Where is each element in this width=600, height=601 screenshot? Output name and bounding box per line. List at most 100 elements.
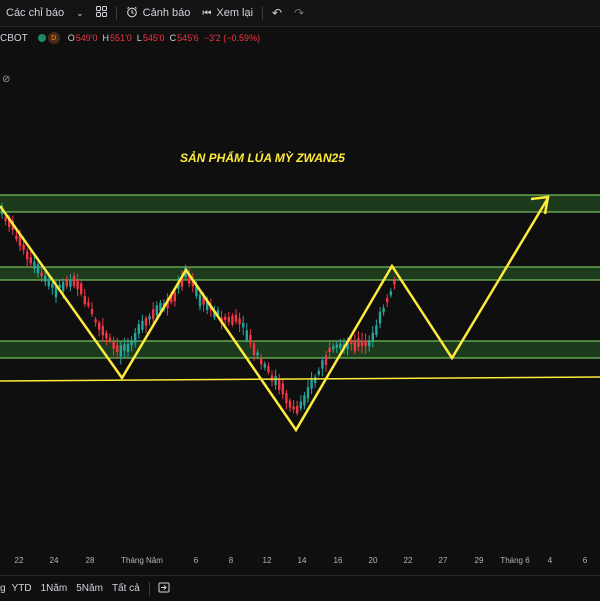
candle-body [364,340,367,347]
time-axis[interactable]: 22 24 28 Tháng Năm 6 8 12 14 16 20 22 27… [0,556,600,570]
projection-path [0,197,550,433]
candle-body [296,405,299,414]
candle-body [108,337,112,342]
candle-body [274,375,277,385]
range-bar: g YTD 1Năm 5Năm Tất cả [0,575,600,601]
candle-body [335,344,338,348]
candle-body [112,341,115,349]
go-to-date-icon[interactable] [158,581,170,596]
candle-body [72,275,76,287]
candle-body [378,311,382,324]
candle-body [65,280,68,287]
candle-body [303,395,306,406]
x-tick-label: 6 [582,556,588,565]
candle-body [83,296,86,304]
candle-body [44,275,47,282]
candle-body [87,302,90,306]
candle-body [368,341,371,347]
candle-body [101,325,104,336]
candle-body [36,264,40,274]
candle-body [278,379,281,390]
range-1y-button[interactable]: 1Năm [41,583,68,594]
candle-body [393,280,396,285]
candle-body [198,294,202,307]
support-trendline [0,376,600,382]
range-partial-button[interactable]: g [0,583,6,594]
x-tick-label: 24 [49,556,59,565]
candle-body [173,291,176,302]
candle-body [350,339,353,345]
candle-body [321,360,324,369]
candle-body [231,315,234,325]
candle-body [339,343,342,348]
resistance-zone-mid [0,267,600,280]
x-tick-label: 27 [438,556,448,565]
candle-body [234,314,238,322]
candle-body [314,376,317,383]
candle-body [80,283,83,294]
candle-body [152,309,155,320]
x-tick-label: 20 [368,556,378,565]
candle-body [141,320,144,330]
annotation-title[interactable]: SẢN PHẨM LÚA MỲ ZWAN25 [180,150,345,165]
candle-body [4,217,7,221]
candle-body [119,345,122,357]
candle-body [245,330,248,341]
resistance-zone-top [0,195,600,212]
candle-body [270,375,274,382]
candle-body [371,332,374,341]
candle-body [306,387,310,399]
candle-body [310,378,313,389]
candle-body [134,332,137,343]
x-tick-label: 6 [193,556,199,565]
candle-body [252,343,256,355]
candle-body [33,261,36,269]
x-tick-label: 14 [297,556,307,565]
candle-body [105,332,108,339]
candle-body [332,346,335,350]
candle-body [263,363,266,368]
candle-body [242,322,245,328]
candle-body [144,317,148,326]
candle-body [267,366,270,373]
candle-body [148,316,151,320]
candle-body [47,279,50,287]
candle-body [389,291,392,296]
range-ytd-button[interactable]: YTD [12,583,32,594]
candle-body [227,317,230,323]
range-all-button[interactable]: Tất cả [112,583,140,594]
candle-body [29,257,32,264]
candle-body [375,325,378,335]
candle-body [324,355,328,365]
x-tick-label: 22 [403,556,413,565]
x-tick-label: 12 [262,556,272,565]
candle-body [317,370,320,375]
candle-body [62,281,65,292]
candle-body [137,324,140,334]
x-tick-label: 28 [85,556,95,565]
candle-body [26,251,29,260]
x-tick-label: 22 [14,556,24,565]
candle-body [353,341,356,352]
candle-body [123,344,126,351]
candle-body [40,272,43,277]
candle-body [281,383,284,395]
candle-body [357,338,360,348]
candle-body [238,318,241,325]
candle-body [98,322,101,330]
candle-body [360,340,364,346]
candle-body [22,244,25,250]
range-5y-button[interactable]: 5Năm [76,583,103,594]
candlestick-series [0,202,396,416]
price-chart[interactable]: SẢN PHẨM LÚA MỲ ZWAN25 [0,0,600,556]
candle-body [126,343,130,352]
candle-body [256,352,259,356]
candle-body [130,341,133,346]
candle-body [224,316,227,321]
x-tick-label: Tháng 6 [500,556,530,565]
x-tick-label: 29 [474,556,484,565]
candle-body [51,283,54,288]
candle-body [285,393,288,404]
candle-body [292,406,295,410]
candle-body [155,305,158,316]
